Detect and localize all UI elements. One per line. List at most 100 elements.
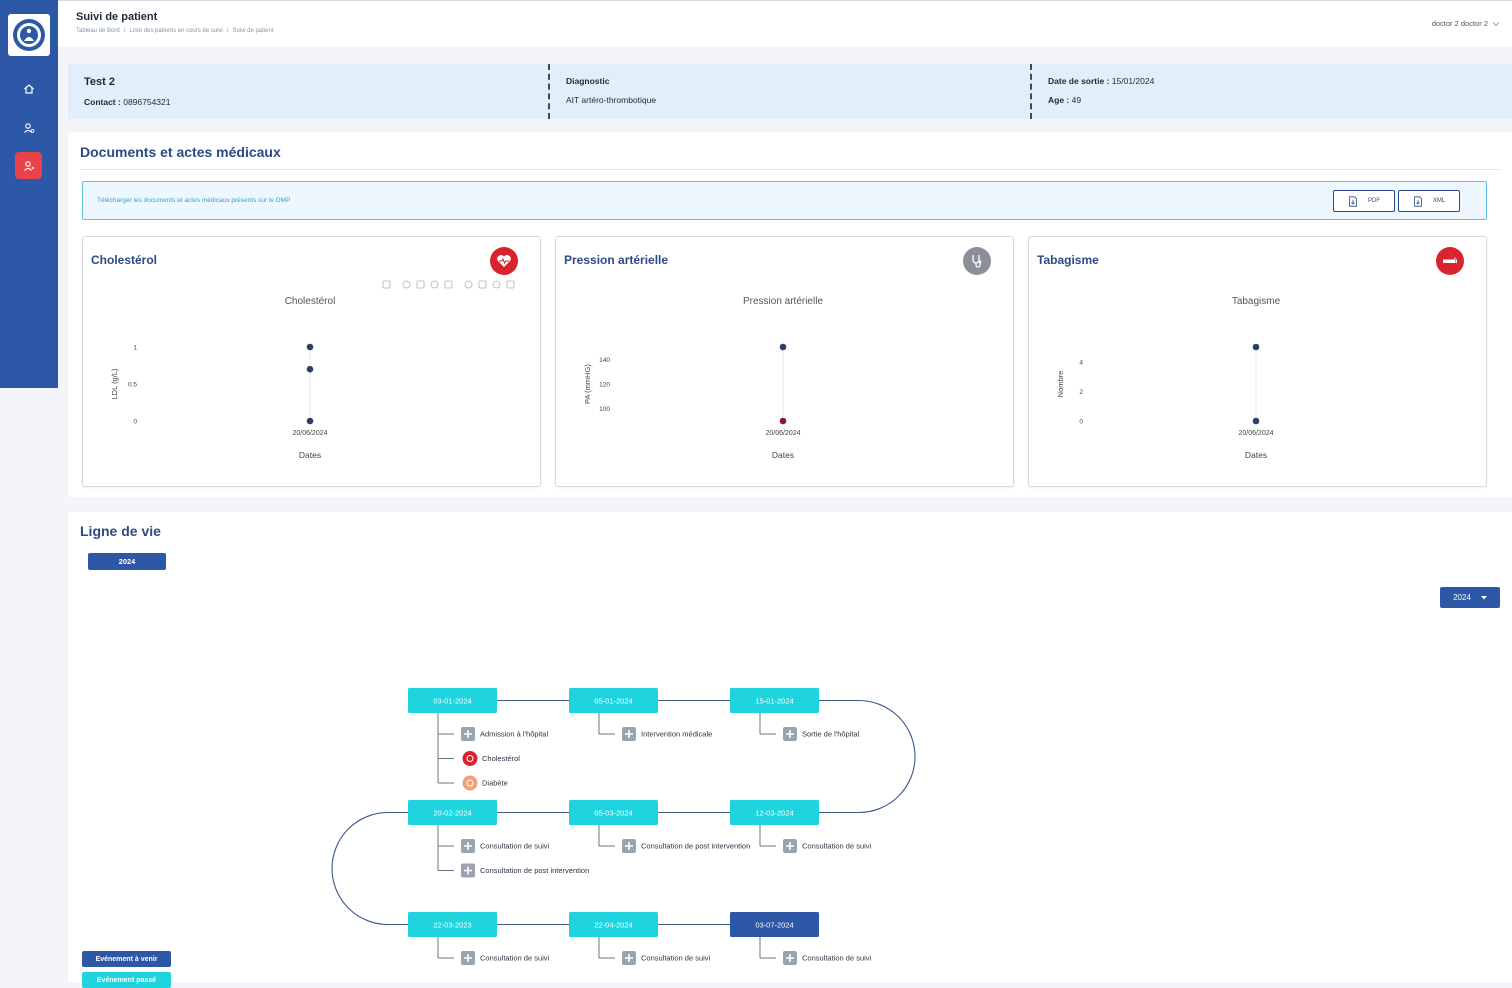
breadcrumb-patient-list[interactable]: Liste des patients en cours de suivi (129, 28, 222, 34)
patient-diagnostic: Diagnostic AIT artéro-thrombotique (548, 64, 1030, 119)
toolbar-icon (382, 280, 391, 289)
lifeline-section: Ligne de vie 2024 2024 03-01-2024 Admissi… (68, 512, 1512, 988)
y-tick-label: 100 (599, 406, 610, 413)
year-select-value: 2024 (1453, 593, 1471, 602)
nav-patient-followup-button[interactable] (15, 152, 42, 179)
patient-identity: Test 2 Contact : 0896754321 (68, 64, 548, 119)
timeline-event: 05-03-2024 Consultation de post intervent… (569, 800, 750, 853)
download-xml-button[interactable]: XML (1398, 190, 1460, 212)
patient-summary: Test 2 Contact : 0896754321 Diagnostic A… (68, 64, 1512, 119)
event-date: 22-03-2023 (433, 921, 471, 930)
user-name: doctor 2 doctor 2 (1431, 19, 1488, 28)
event-date: 12-03-2024 (755, 809, 793, 818)
cigarette-icon (1436, 247, 1464, 275)
age-label: Age : (1048, 95, 1070, 105)
heart-pulse-icon (490, 247, 518, 275)
discharge-value: 15/01/2024 (1111, 76, 1155, 86)
data-point (779, 417, 787, 425)
documents-title: Documents et actes médicaux (80, 144, 281, 160)
y-tick-label: 1 (133, 345, 137, 352)
file-download-icon (1413, 195, 1422, 207)
event-item-label: Diabète (482, 779, 508, 788)
year-chip[interactable]: 2024 (88, 553, 166, 570)
y-tick-label: 0 (133, 419, 137, 426)
stethoscope-icon (963, 247, 991, 275)
event-item-label: Consultation de suivi (802, 842, 872, 851)
diabetes-icon (462, 775, 478, 791)
toolbar-icon (430, 280, 439, 289)
timeline-event: 22-04-2024 Consultation de suivi (569, 912, 711, 965)
event-item-label: Consultation de suivi (802, 954, 872, 963)
data-point (779, 343, 787, 351)
discharge-date: Date de sortie : 15/01/2024 (1048, 76, 1496, 86)
data-point (306, 417, 314, 425)
toolbar-icon (416, 280, 425, 289)
lifeline-timeline: 03-01-2024 Admission à l'hôpital Cholestér… (331, 688, 916, 965)
event-item-label: Consultation de suivi (480, 954, 550, 963)
lifeline-title: Ligne de vie (80, 523, 161, 539)
x-axis-label: Dates (299, 450, 321, 460)
app-logo[interactable] (8, 14, 50, 56)
connector-curve (819, 699, 916, 814)
contact-value: 0896754321 (123, 97, 171, 107)
chart-card-blood-pressure: Pression artérielle Pression artérielle P… (555, 236, 1014, 487)
contact-label: Contact : (84, 97, 121, 107)
event-item-label: Intervention médicale (641, 730, 712, 739)
timeline-event: 12-03-2024 Consultation de suivi (730, 800, 872, 853)
y-tick-label: 0.5 (128, 382, 137, 389)
y-axis-label: LDL (g/L) (110, 368, 119, 399)
breadcrumb-separator: / (123, 28, 126, 34)
chevron-down-icon (1492, 21, 1500, 26)
chart-card-title: Tabagisme (1037, 253, 1099, 267)
x-axis-label: Dates (772, 450, 794, 460)
y-axis-label: PA (mmHG) (583, 364, 592, 404)
patient-name: Test 2 (84, 76, 115, 88)
event-item-label: Consultation de suivi (641, 954, 711, 963)
event-item-label: Consultation de post intervention (480, 866, 589, 875)
x-tick-label: 20/06/2024 (292, 430, 327, 437)
chart-title: Pression artérielle (743, 296, 823, 307)
data-point (1252, 343, 1260, 351)
x-tick-label: 20/06/2024 (1238, 430, 1273, 437)
legend-upcoming: Evénement à venir (82, 951, 171, 967)
dmp-download-text: Télécharger les documents et actes médic… (97, 197, 291, 204)
toolbar-icon (464, 280, 473, 289)
user-menu[interactable]: doctor 2 doctor 2 (1432, 19, 1500, 28)
event-date: 22-04-2024 (594, 921, 632, 930)
toolbar-icon (478, 280, 487, 289)
y-tick-label: 0 (1079, 419, 1083, 426)
user-settings-icon (23, 122, 34, 133)
breadcrumb-separator: / (226, 28, 229, 34)
x-tick-label: 20/06/2024 (765, 430, 800, 437)
y-tick-label: 140 (599, 357, 610, 364)
pdf-label: PDF (1368, 198, 1380, 204)
section-divider (80, 169, 1500, 170)
event-date: 03-01-2024 (433, 697, 471, 706)
toolbar-icon (444, 280, 453, 289)
chart-title: Tabagisme (1232, 296, 1281, 307)
page-title: Suivi de patient (76, 11, 158, 23)
y-tick-label: 120 (599, 382, 610, 389)
event-item-label: Sortie de l'hôpital (802, 730, 860, 739)
timeline-event: 03-07-2024 Consultation de suivi (730, 912, 872, 965)
event-date: 15-01-2024 (755, 697, 793, 706)
file-download-icon (1349, 195, 1357, 207)
documents-section: Documents et actes médicaux Télécharger … (68, 132, 1512, 497)
cholesterol-icon (462, 751, 478, 766)
xml-label: XML (1432, 198, 1446, 204)
discharge-label: Date de sortie : (1048, 76, 1110, 86)
breadcrumb-dashboard[interactable]: Tableau de Bord (76, 28, 120, 34)
chart-title: Cholestérol (285, 296, 336, 307)
nav-users-button[interactable] (15, 114, 42, 141)
nav-home-button[interactable] (15, 75, 42, 102)
event-item-label: Consultation de post intervention (641, 842, 750, 851)
sidebar (0, 0, 58, 388)
chart-card-title: Pression artérielle (564, 253, 669, 267)
connector-curve (331, 811, 408, 926)
y-tick-label: 4 (1079, 359, 1083, 366)
data-point (306, 365, 314, 373)
diagnostic-value: AIT artéro-thrombotique (566, 95, 657, 105)
blood-pressure-chart: Pression artérielle PA (mmHG) 100 120 140 20/… (583, 296, 823, 460)
event-item-label: Cholestérol (482, 754, 520, 763)
download-pdf-button[interactable]: PDF (1333, 190, 1395, 212)
